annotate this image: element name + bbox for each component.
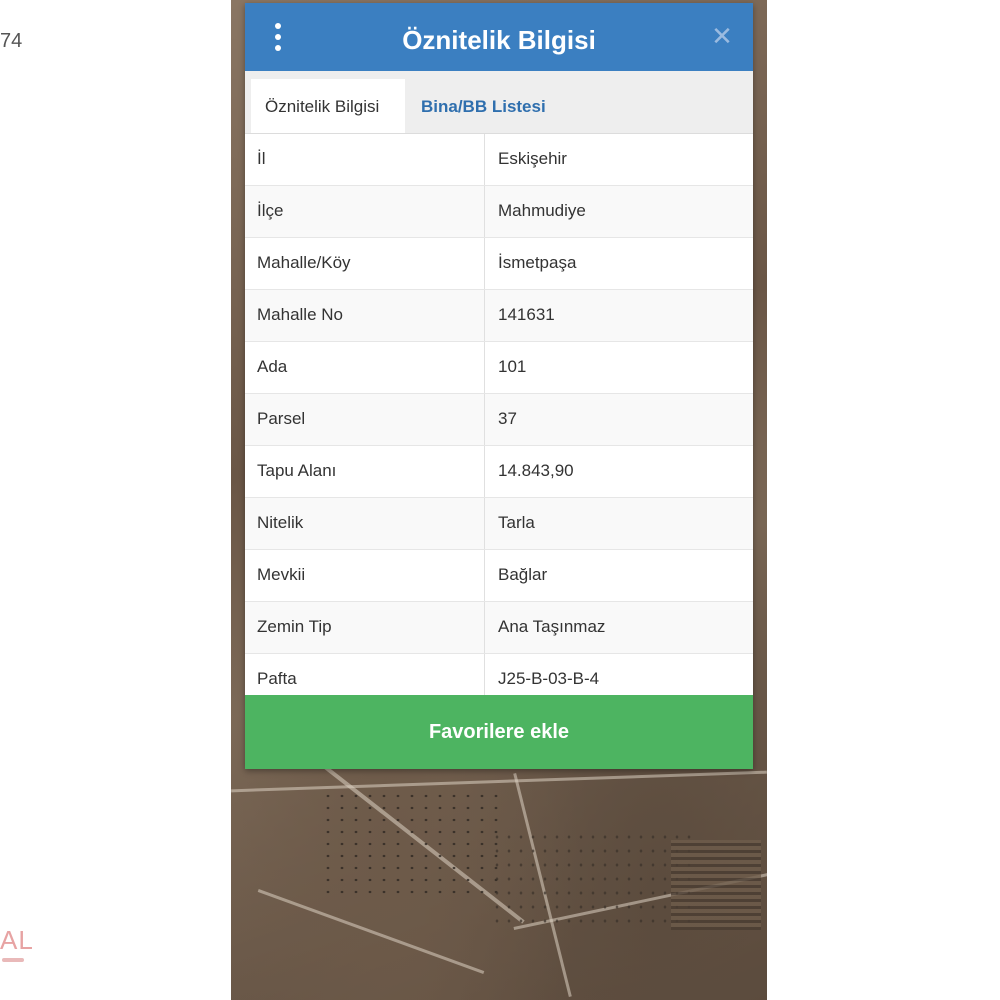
row-value: İsmetpaşa: [498, 253, 577, 272]
table-row: Mevkii Bağlar: [245, 550, 753, 602]
map-texture: [321, 790, 501, 900]
row-value: Bağlar: [498, 565, 548, 584]
row-value: 101: [498, 357, 527, 376]
table-row: Zemin Tip Ana Taşınmaz: [245, 602, 753, 654]
row-label: Mahalle No: [245, 290, 485, 341]
row-label: Mevkii: [245, 550, 485, 601]
map-field-line: [257, 889, 485, 974]
close-icon[interactable]: ✕: [711, 23, 733, 49]
table-row: Ada 101: [245, 342, 753, 394]
row-label: Nitelik: [245, 498, 485, 549]
row-label: Zemin Tip: [245, 602, 485, 653]
table-row: Mahalle/Köy İsmetpaşa: [245, 238, 753, 290]
map-texture: [671, 840, 761, 930]
row-value: Ana Taşınmaz: [498, 617, 606, 636]
table-row: İlçe Mahmudiye: [245, 186, 753, 238]
table-row: Parsel 37: [245, 394, 753, 446]
row-label: Mahalle/Köy: [245, 238, 485, 289]
row-value: Tarla: [498, 513, 535, 532]
dialog-header: Öznitelik Bilgisi ✕: [245, 3, 753, 71]
row-value: 141631: [498, 305, 555, 324]
row-label: Tapu Alanı: [245, 446, 485, 497]
row-label: Parsel: [245, 394, 485, 445]
row-label: Ada: [245, 342, 485, 393]
background-edge-text: 74: [0, 30, 23, 52]
tab-attribute-info[interactable]: Öznitelik Bilgisi: [251, 79, 405, 133]
table-row: Tapu Alanı 14.843,90: [245, 446, 753, 498]
attribute-table: İl Eskişehir İlçe Mahmudiye Mahalle/Köy …: [245, 134, 753, 706]
tab-bar: Öznitelik Bilgisi Bina/BB Listesi: [245, 71, 753, 134]
background-logo-text: AL: [0, 925, 34, 955]
table-row: İl Eskişehir: [245, 134, 753, 186]
row-value: Mahmudiye: [498, 201, 586, 220]
map-texture: [491, 830, 691, 930]
row-value: Eskişehir: [498, 149, 567, 168]
tab-building-list[interactable]: Bina/BB Listesi: [407, 79, 560, 133]
row-value: 14.843,90: [498, 461, 574, 480]
table-row: Nitelik Tarla: [245, 498, 753, 550]
row-label: İl: [245, 134, 485, 185]
row-value: 37: [498, 409, 517, 428]
row-label: İlçe: [245, 186, 485, 237]
attribute-info-dialog: Öznitelik Bilgisi ✕ Öznitelik Bilgisi Bi…: [245, 3, 753, 769]
add-to-favorites-button[interactable]: Favorilere ekle: [245, 695, 753, 769]
table-row: Mahalle No 141631: [245, 290, 753, 342]
background-logo-mark: [2, 958, 24, 962]
dialog-title: Öznitelik Bilgisi: [402, 25, 596, 55]
